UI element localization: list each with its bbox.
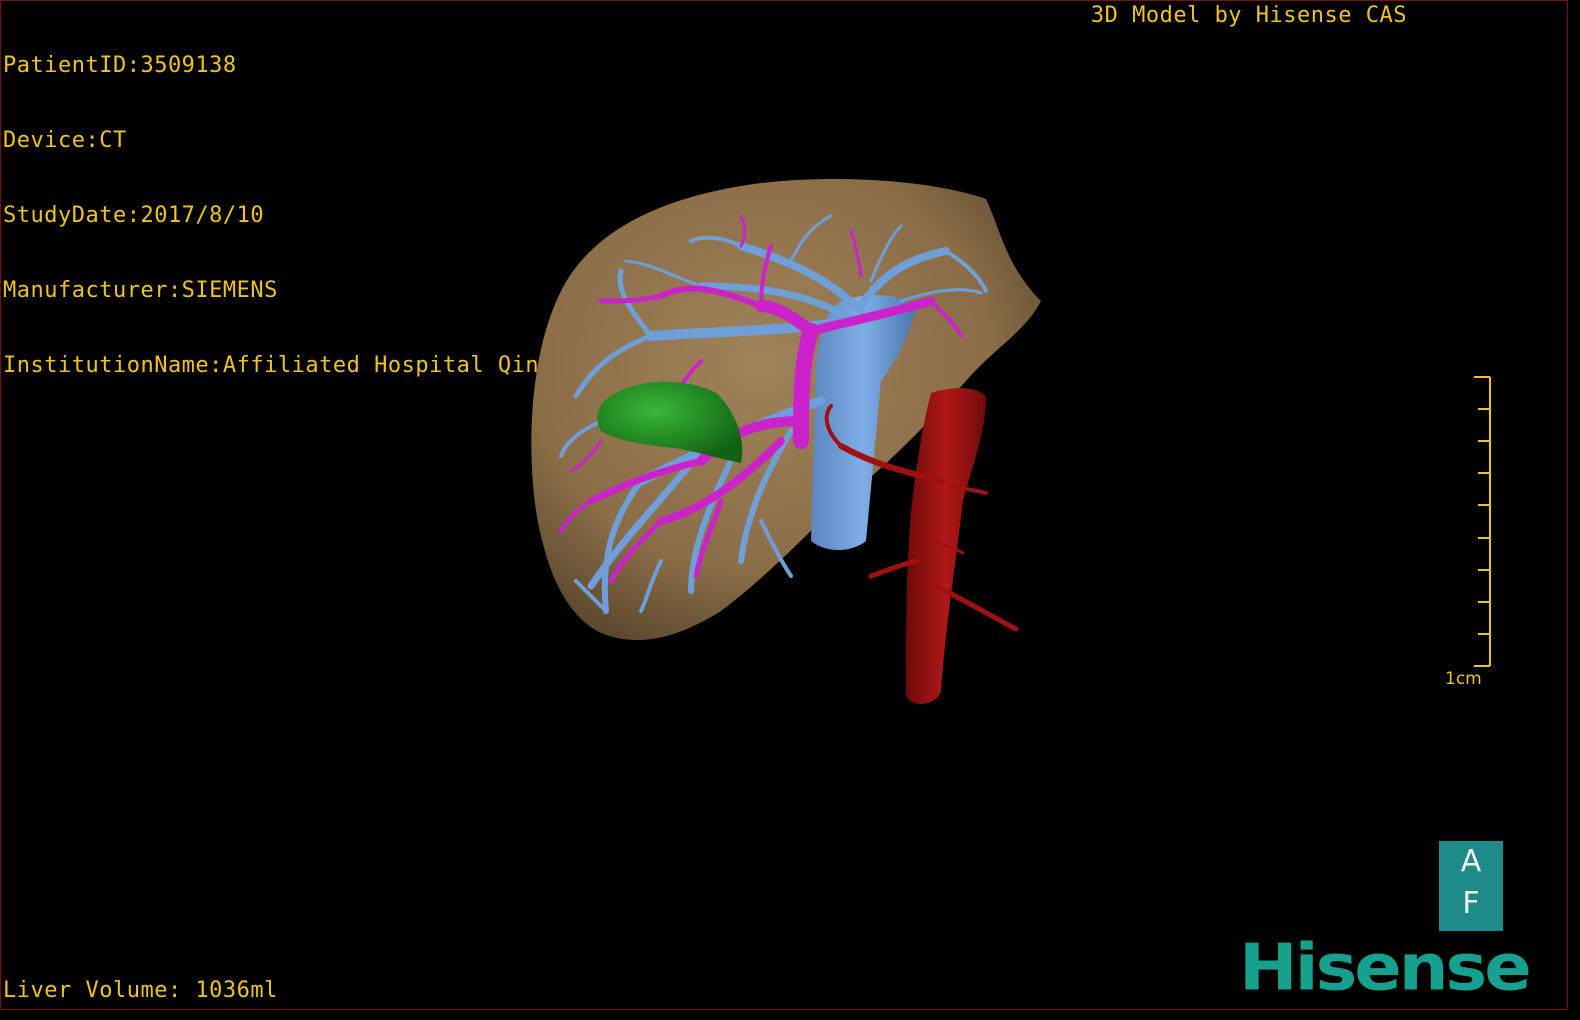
liver-3d-model[interactable] — [1, 1, 1568, 1010]
orientation-foot-label: F — [1462, 886, 1480, 921]
orientation-cube[interactable]: A F — [1439, 841, 1503, 931]
liver-volume-text: Liver Volume: 1036ml — [3, 978, 278, 1003]
scale-bar — [1474, 376, 1491, 667]
orientation-anterior-label: A — [1460, 844, 1482, 879]
3d-viewport[interactable]: PatientID:3509138 Device:CT StudyDate:20… — [0, 0, 1568, 1010]
scale-bar-label: 1cm — [1445, 669, 1482, 689]
hisense-logo: Hisense — [1239, 929, 1532, 1005]
